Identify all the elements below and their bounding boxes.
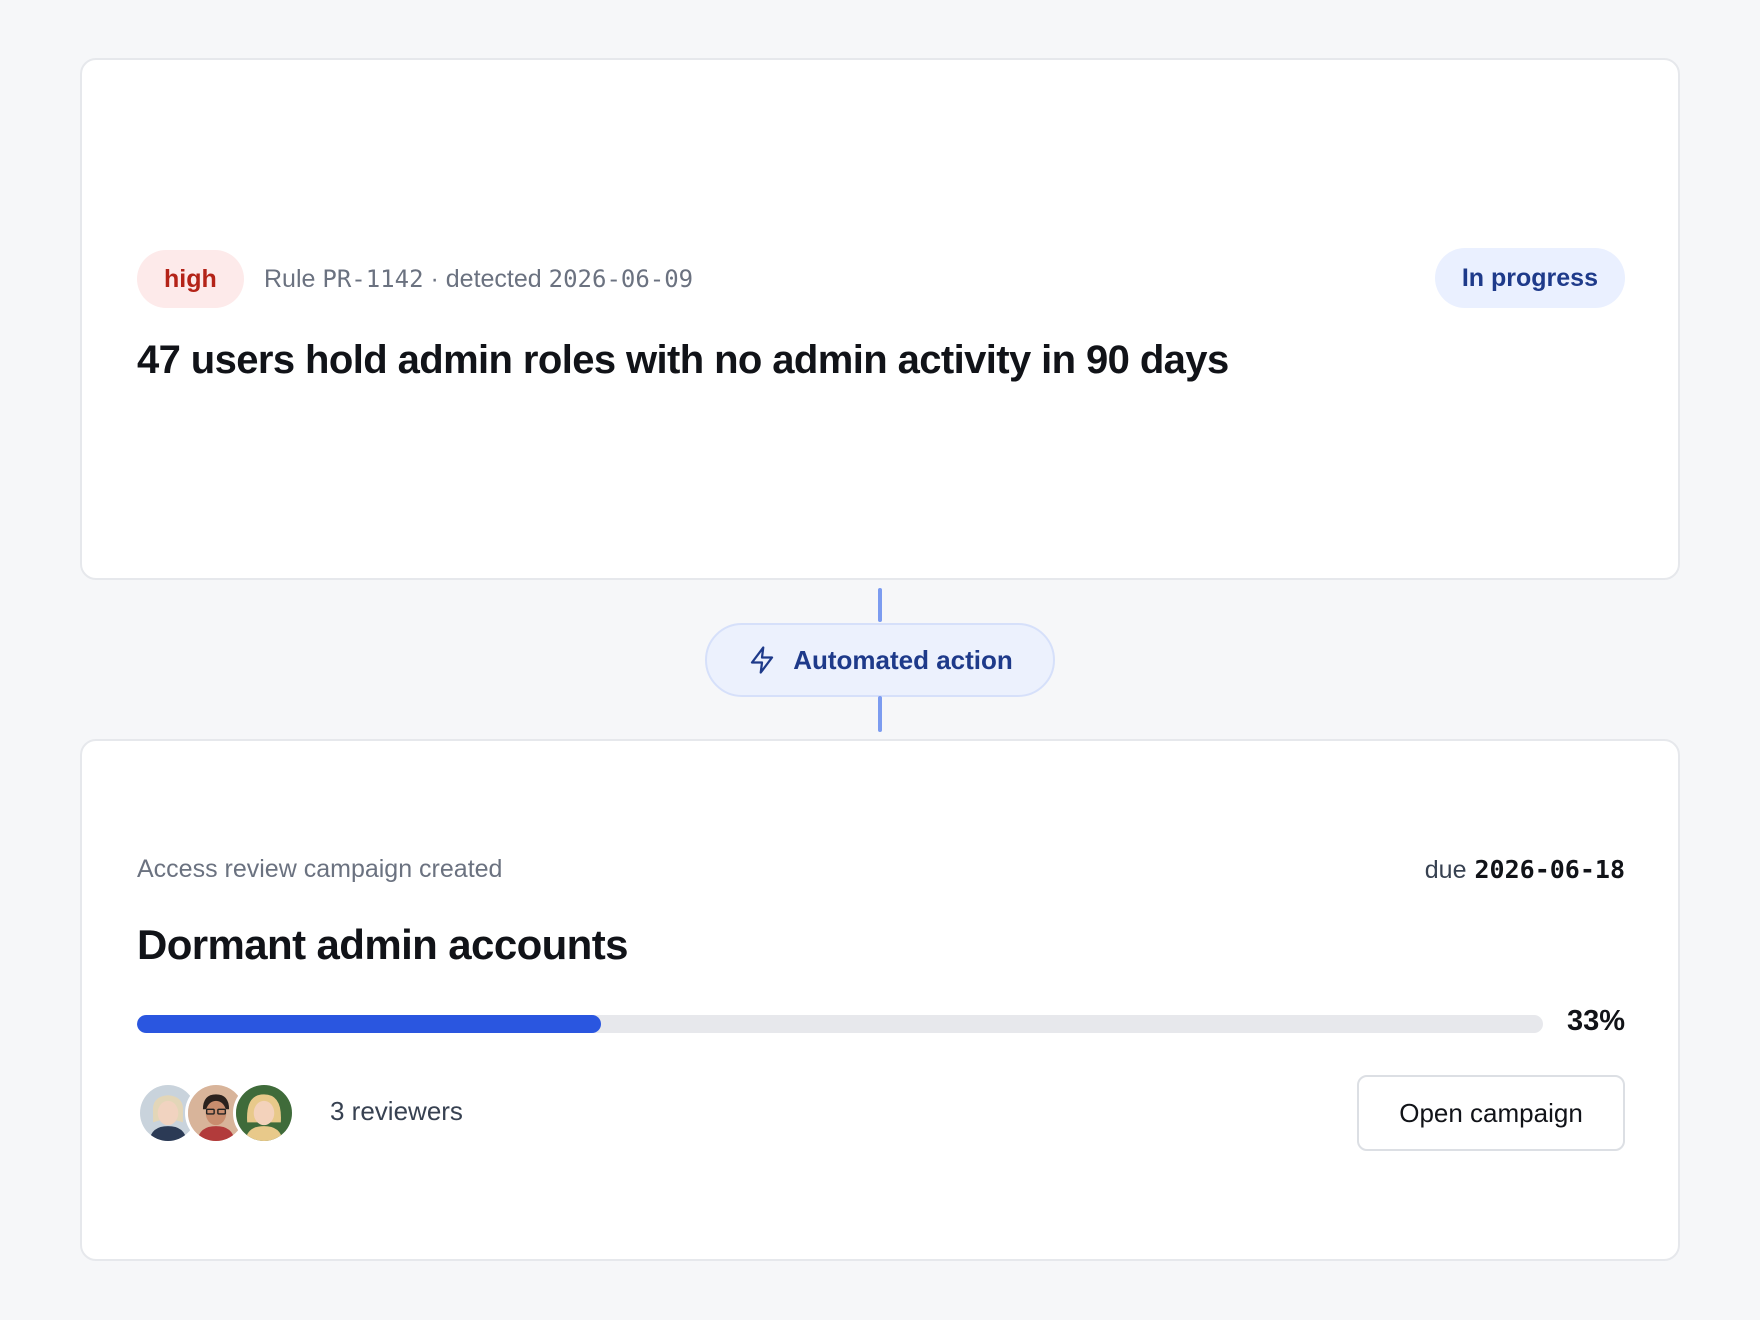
campaign-title: Dormant admin accounts <box>137 921 628 968</box>
open-campaign-button[interactable]: Open campaign <box>1357 1075 1625 1151</box>
campaign-card: Access review campaign created due 2026-… <box>80 739 1680 1261</box>
reviewers-count: 3 reviewers <box>330 1096 463 1126</box>
reviewer-avatars <box>137 1082 295 1144</box>
due-prefix: due <box>1424 856 1467 884</box>
due-date-value: 2026-06-18 <box>1474 855 1625 884</box>
finding-card: high Rule PR-1142 · detected 2026-06-09 … <box>80 58 1680 580</box>
progress-bar-fill <box>137 1015 601 1033</box>
connector-line-bottom <box>878 696 882 732</box>
due-date: due 2026-06-18 <box>1425 855 1625 885</box>
rule-prefix: Rule <box>264 264 316 293</box>
meta-separator: · <box>430 264 439 293</box>
lightning-bolt-icon <box>751 646 774 674</box>
detected-prefix: detected <box>445 264 542 293</box>
detected-date: 2026-06-09 <box>548 265 694 293</box>
severity-badge: high <box>137 250 244 308</box>
avatar-reviewer-3 <box>233 1082 295 1144</box>
finding-title: 47 users hold admin roles with no admin … <box>137 338 1229 382</box>
status-badge: In progress <box>1434 248 1625 308</box>
connector-line-top <box>878 588 882 622</box>
automated-action-label: Automated action <box>793 644 1013 675</box>
progress-bar <box>137 1015 1543 1033</box>
rule-id: PR-1142 <box>322 265 424 293</box>
campaign-event-label: Access review campaign created <box>137 855 503 883</box>
progress-percent: 33% <box>1566 1005 1625 1037</box>
automated-action-badge: Automated action <box>705 623 1055 697</box>
finding-meta: Rule PR-1142 · detected 2026-06-09 <box>264 250 693 308</box>
